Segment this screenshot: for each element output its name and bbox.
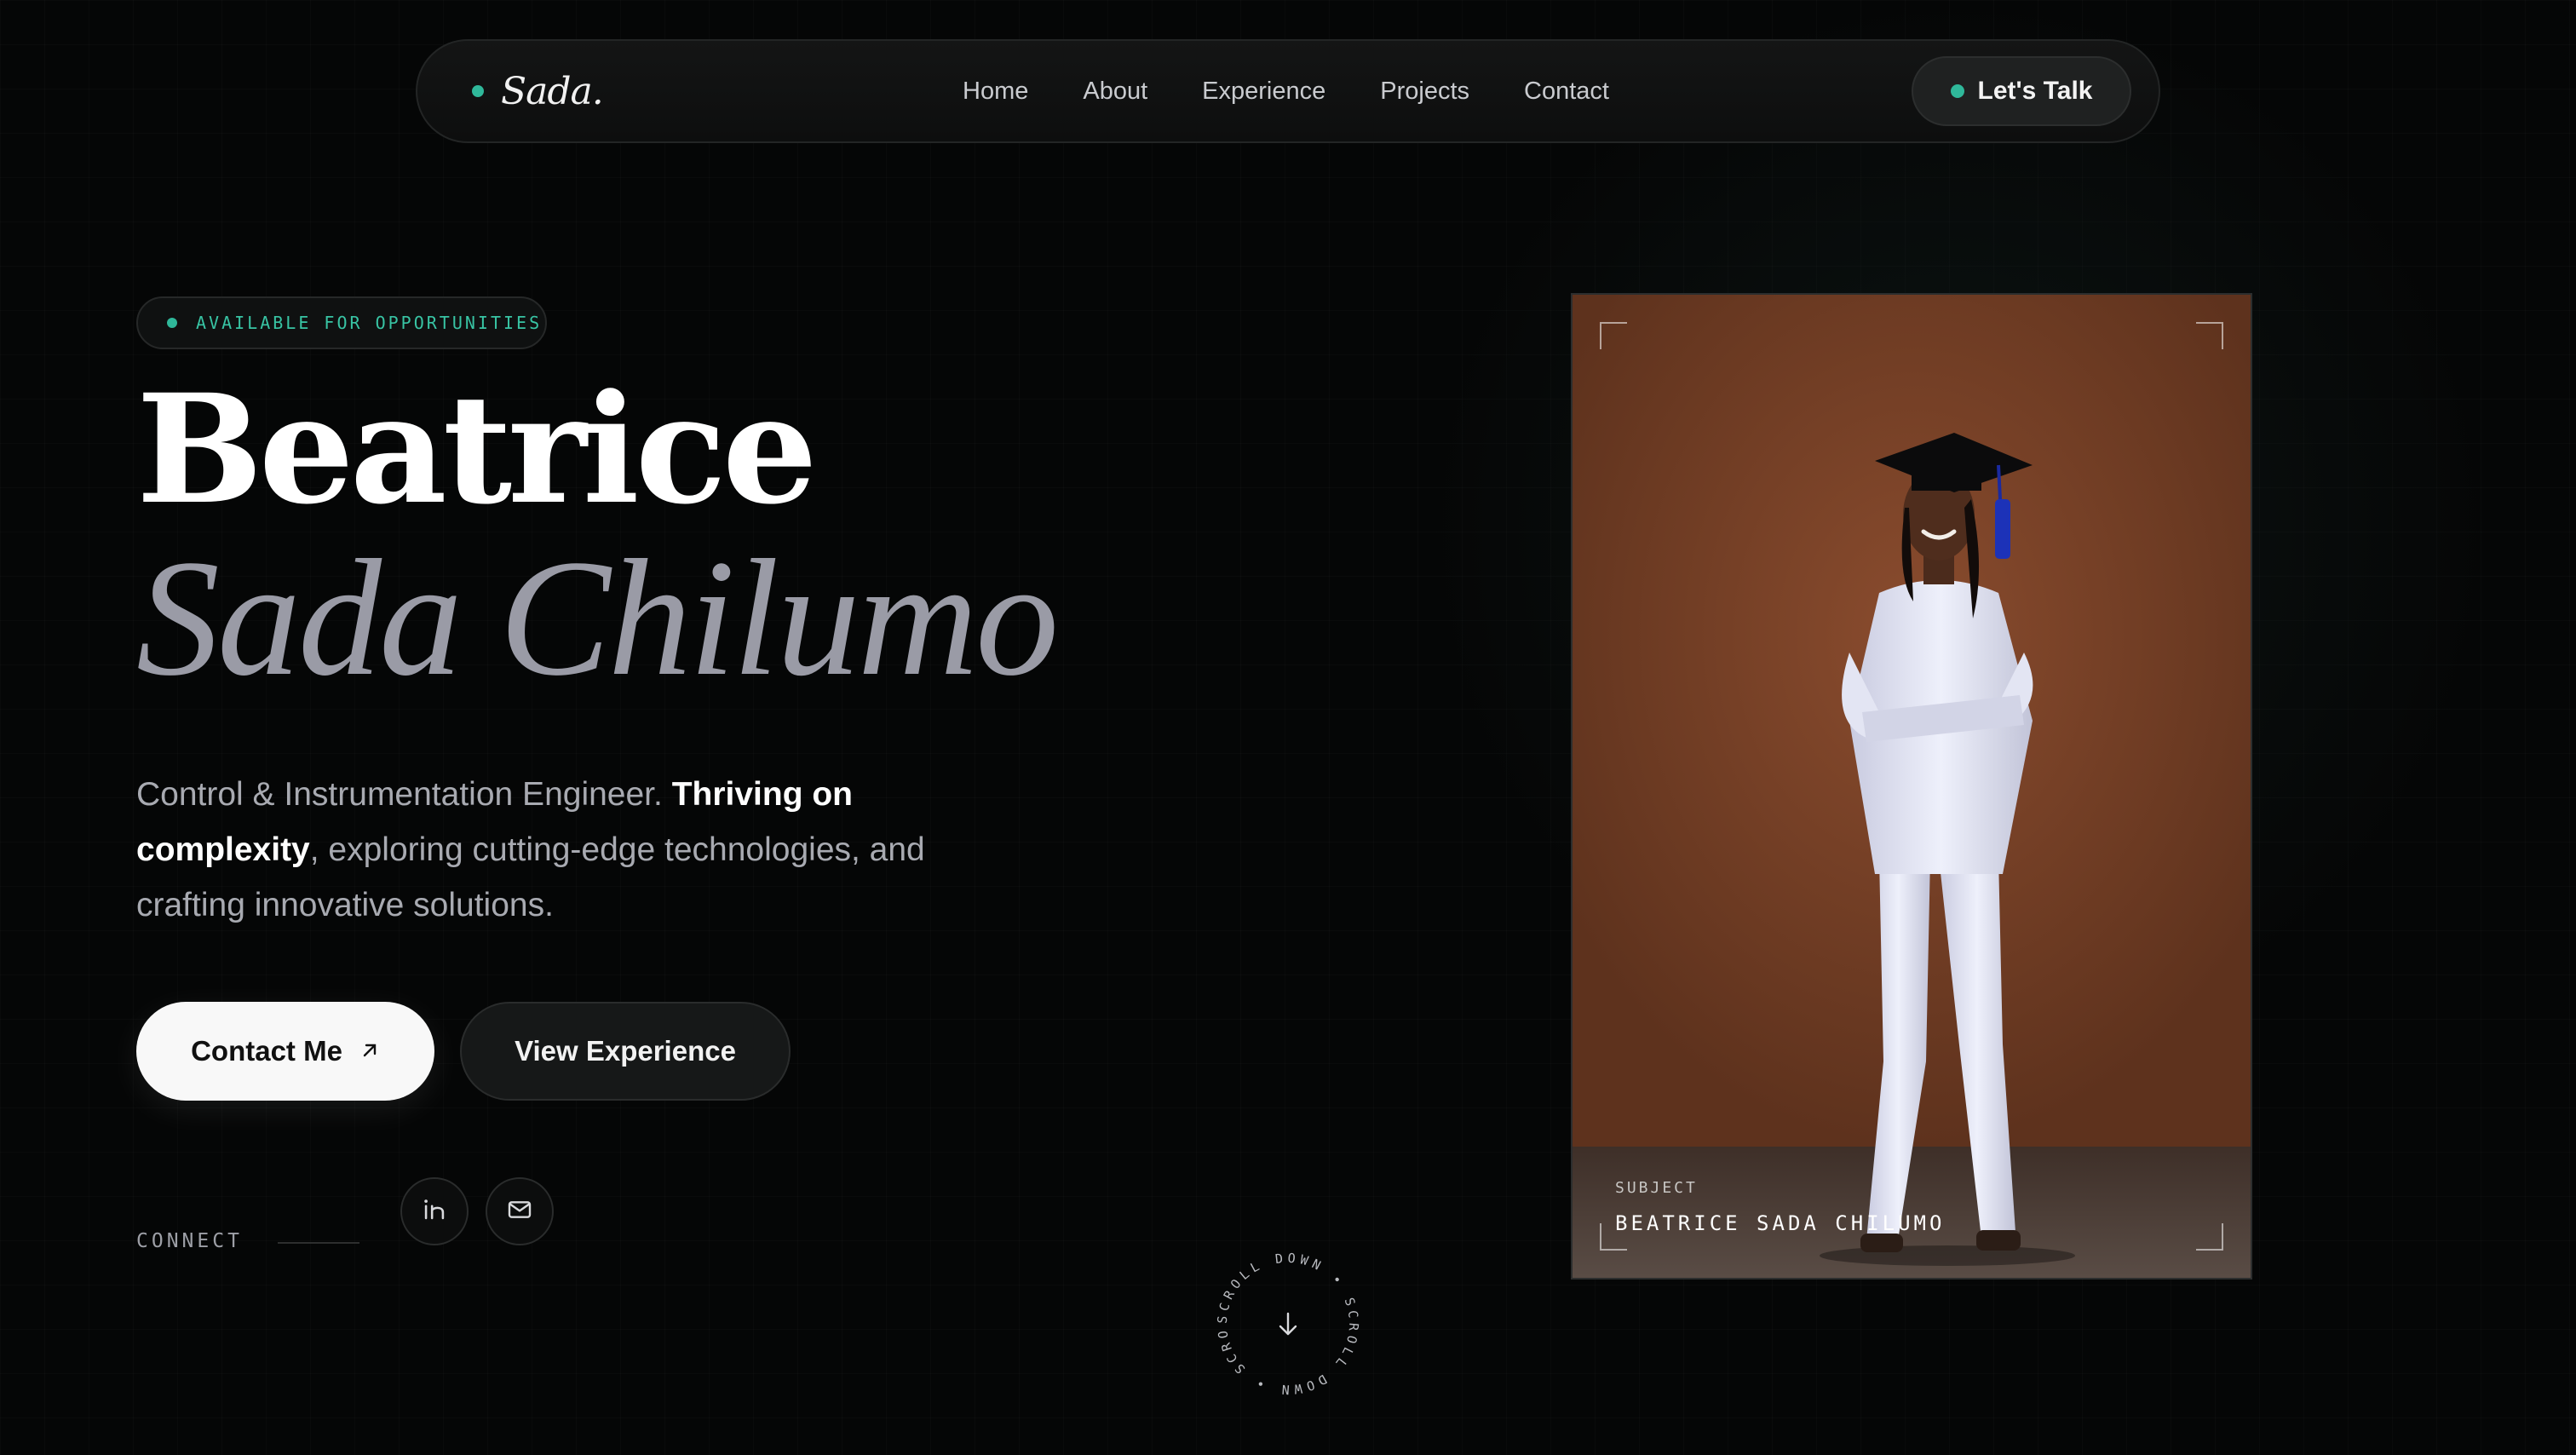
contact-me-label: Contact Me xyxy=(191,1035,342,1067)
nav-link-contact[interactable]: Contact xyxy=(1524,78,1609,106)
frame-corner-br xyxy=(2196,1223,2223,1251)
brand-logo[interactable]: Sada. xyxy=(472,41,604,141)
connect-divider xyxy=(278,1242,359,1244)
availability-dot-icon xyxy=(167,318,177,328)
status-dot-icon xyxy=(1950,84,1964,98)
linkedin-button[interactable] xyxy=(400,1177,469,1245)
subject-label: SUBJECT xyxy=(1615,1179,1698,1197)
arrow-up-right-icon xyxy=(359,1035,380,1067)
nav-link-experience[interactable]: Experience xyxy=(1202,78,1325,106)
view-experience-button[interactable]: View Experience xyxy=(460,1002,791,1101)
availability-badge: AVAILABLE FOR OPPORTUNITIES xyxy=(136,296,547,349)
availability-text: AVAILABLE FOR OPPORTUNITIES xyxy=(196,313,543,333)
top-navbar: Sada. Home About Experience Projects Con… xyxy=(416,39,2160,143)
hero-first-name: Beatrice xyxy=(136,361,818,538)
nav-link-home[interactable]: Home xyxy=(963,78,1028,106)
connect-label: CONNECT xyxy=(136,1230,243,1252)
tagline-part1: Control & Instrumentation Engineer. xyxy=(136,776,672,813)
hero-tagline: Control & Instrumentation Engineer. Thri… xyxy=(136,767,988,933)
nav-links: Home About Experience Projects Contact xyxy=(963,41,1609,141)
lets-talk-button[interactable]: Let's Talk xyxy=(1912,56,2131,126)
mail-icon xyxy=(506,1196,533,1228)
brand-dot-icon xyxy=(472,85,484,97)
portfolio-page: Sada. Home About Experience Projects Con… xyxy=(0,0,2576,1455)
arrow-down-icon xyxy=(1279,1312,1297,1336)
contact-me-button[interactable]: Contact Me xyxy=(136,1002,434,1101)
view-experience-label: View Experience xyxy=(515,1035,736,1067)
nav-link-projects[interactable]: Projects xyxy=(1380,78,1469,106)
subject-name: BEATRICE SADA CHILUMO xyxy=(1615,1211,1946,1235)
nav-link-about[interactable]: About xyxy=(1083,78,1147,106)
brand-name: Sada. xyxy=(501,69,604,113)
portrait-image xyxy=(1573,295,2251,1278)
portrait-card: SUBJECT BEATRICE SADA CHILUMO xyxy=(1571,293,2252,1280)
lets-talk-label: Let's Talk xyxy=(1977,77,2093,105)
email-button[interactable] xyxy=(486,1177,554,1245)
frame-corner-tl xyxy=(1600,322,1627,349)
scroll-down-indicator[interactable]: SCROLL DOWN • SCROLL DOWN • SCRO xyxy=(1208,1244,1368,1404)
hero-last-name: Sada Chilumo xyxy=(136,526,1059,710)
frame-corner-tr xyxy=(2196,322,2223,349)
linkedin-icon xyxy=(420,1195,449,1228)
